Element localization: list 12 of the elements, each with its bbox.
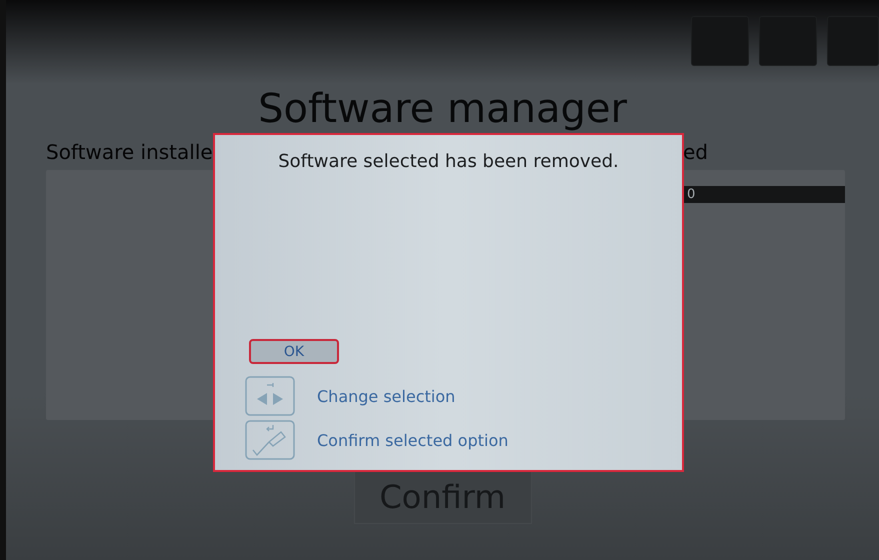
arrow-keys-icon bbox=[245, 376, 295, 416]
list-heading: ed bbox=[682, 140, 709, 164]
toolbar-button[interactable] bbox=[691, 16, 749, 66]
dialog-message: Software selected has been removed. bbox=[277, 151, 620, 172]
ok-button[interactable]: OK bbox=[249, 339, 339, 364]
enter-key-icon bbox=[245, 420, 295, 460]
toolbar-button[interactable] bbox=[759, 16, 817, 66]
screen-title: Software manager bbox=[257, 86, 628, 132]
toolbar-button[interactable] bbox=[827, 16, 879, 66]
list-heading: Software installe bbox=[46, 140, 214, 164]
hint-label: Confirm selected option bbox=[317, 430, 508, 450]
hint-label: Change selection bbox=[317, 386, 456, 406]
